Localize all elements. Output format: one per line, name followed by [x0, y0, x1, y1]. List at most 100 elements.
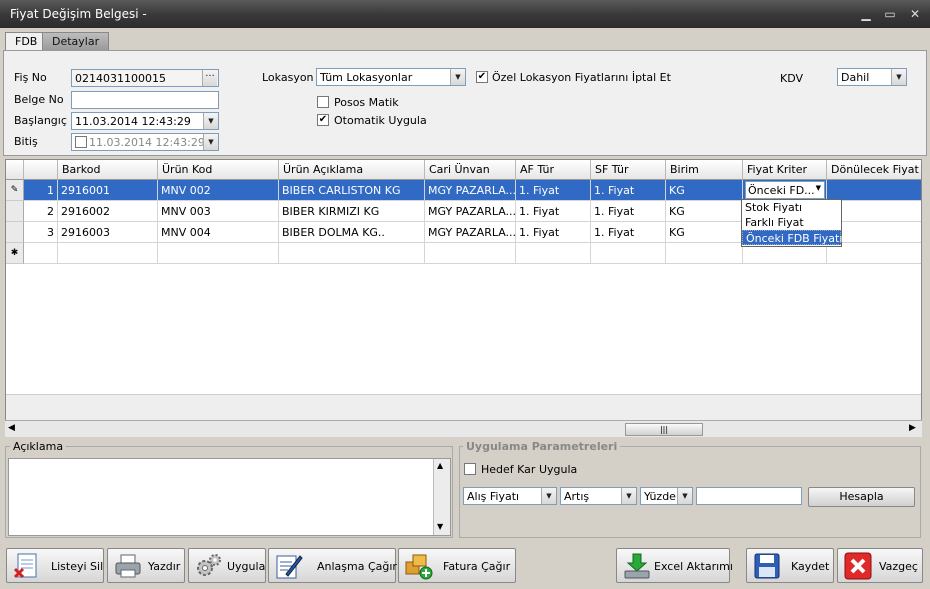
scroll-thumb[interactable]: |||	[625, 423, 703, 436]
cell-af-tur[interactable]: 1. Fiyat	[516, 180, 591, 201]
cell-sf-tur[interactable]	[591, 243, 666, 264]
column-header-sf-tur[interactable]: SF Tür	[591, 160, 666, 180]
uygula-button[interactable]: Uygula	[188, 548, 266, 583]
anlasma-cagir-button[interactable]: Anlaşma Çağır	[268, 548, 397, 583]
belge-no-field[interactable]	[71, 91, 219, 109]
column-header-birim[interactable]: Birim	[666, 160, 743, 180]
cell-birim[interactable]: KG	[666, 180, 743, 201]
cell-cari-unvan[interactable]: MGY PAZARLA...	[425, 180, 516, 201]
column-header-urun-kod[interactable]: Ürün Kod	[158, 160, 279, 180]
title-bar: Fiyat Değişim Belgesi - ▁ ▭ ✕	[0, 0, 930, 28]
option-onceki-fdb-fiyati[interactable]: Önceki FDB Fiyatı	[742, 230, 842, 245]
cell-sf-tur[interactable]: 1. Fiyat	[591, 201, 666, 222]
scroll-up-icon[interactable]: ▲	[437, 461, 443, 470]
row-number: 2	[24, 201, 58, 222]
baslangic-dropdown-icon[interactable]: ▼	[203, 113, 218, 129]
cell-fiyat-kriter[interactable]: Önceki FD... ▼	[743, 180, 827, 201]
aciklama-scrollbar[interactable]: ▲ ▼	[433, 459, 450, 535]
close-icon[interactable]: ✕	[907, 6, 923, 22]
fiyat-turu-value: Alış Fiyatı	[467, 490, 520, 503]
listeyi-sil-button[interactable]: Listeyi Sil	[6, 548, 104, 583]
aciklama-textarea[interactable]	[8, 458, 451, 536]
fiyat-turu-dropdown-icon[interactable]: ▼	[541, 488, 556, 504]
fiyat-kriter-editor[interactable]: Önceki FD... ▼	[745, 181, 825, 199]
cell-af-tur[interactable]	[516, 243, 591, 264]
column-header-donulecek-fiyat[interactable]: Dönülecek Fiyat	[827, 160, 921, 180]
fatura-cagir-button[interactable]: Fatura Çağır	[398, 548, 516, 583]
cell-donulecek-fiyat[interactable]	[827, 180, 921, 201]
cell-urun-aciklama[interactable]: BIBER KIRMIZI KG	[279, 201, 425, 222]
cell-birim[interactable]	[666, 243, 743, 264]
document-pen-icon	[276, 555, 303, 579]
horizontal-scrollbar[interactable]: ◀ ||| ▶	[5, 420, 922, 437]
column-header-barkod[interactable]: Barkod	[58, 160, 158, 180]
fiyat-kriter-dropdown-icon[interactable]: ▼	[816, 184, 821, 192]
ozel-lokasyon-checkbox[interactable]: ✔	[476, 71, 488, 83]
otomatik-uygula-checkbox[interactable]: ✔	[317, 114, 329, 126]
scroll-left-icon[interactable]: ◀	[8, 423, 15, 433]
cell-cari-unvan[interactable]	[425, 243, 516, 264]
cell-urun-kod[interactable]: MNV 003	[158, 201, 279, 222]
vazgec-button[interactable]: Vazgeç	[837, 548, 923, 583]
tip-dropdown-icon[interactable]: ▼	[677, 488, 692, 504]
bitis-value: 11.03.2014 12:43:29	[89, 136, 205, 149]
maximize-icon[interactable]: ▭	[882, 6, 898, 22]
scroll-down-icon[interactable]: ▼	[437, 522, 443, 531]
excel-aktarimi-button[interactable]: Excel Aktarımı	[616, 548, 733, 583]
tab-detaylar[interactable]: Detaylar	[42, 32, 110, 50]
delete-list-icon	[13, 553, 37, 579]
cell-urun-aciklama[interactable]: BIBER CARLISTON KG	[279, 180, 425, 201]
fis-no-lookup-button[interactable]: ···	[202, 70, 217, 86]
posos-matik-checkbox[interactable]	[317, 96, 329, 108]
bitis-checkbox[interactable]	[75, 136, 87, 148]
lokasyon-dropdown-icon[interactable]: ▼	[450, 69, 465, 85]
excel-aktarimi-label: Excel Aktarımı	[654, 560, 733, 573]
yazdir-button[interactable]: Yazdır	[107, 548, 185, 583]
bitis-field[interactable]: 11.03.2014 12:43:29	[71, 133, 219, 151]
yon-dropdown-icon[interactable]: ▼	[621, 488, 636, 504]
kdv-value: Dahil	[841, 71, 870, 84]
cell-barkod[interactable]: 2916002	[58, 201, 158, 222]
fiyat-kriter-dropdown-list[interactable]: Stok Fiyatı Farklı Fiyat Önceki FDB Fiya…	[741, 199, 842, 247]
hedef-kar-checkbox[interactable]	[464, 463, 476, 475]
cell-sf-tur[interactable]: 1. Fiyat	[591, 180, 666, 201]
column-header-af-tur[interactable]: AF Tür	[516, 160, 591, 180]
hesapla-button[interactable]: Hesapla	[808, 487, 915, 507]
fis-no-field[interactable]: 0214031100015	[71, 69, 219, 87]
grid-no-header	[24, 160, 58, 180]
cell-urun-kod[interactable]: MNV 004	[158, 222, 279, 243]
otomatik-uygula-label: Otomatik Uygula	[334, 114, 427, 127]
tab-fdb[interactable]: FDB	[5, 32, 48, 50]
cell-birim[interactable]: KG	[666, 201, 743, 222]
scroll-right-icon[interactable]: ▶	[909, 423, 916, 433]
cell-urun-aciklama[interactable]	[279, 243, 425, 264]
bitis-dropdown-icon[interactable]: ▼	[203, 134, 218, 150]
minimize-icon[interactable]: ▁	[858, 6, 874, 22]
cell-cari-unvan[interactable]: MGY PAZARLA...	[425, 201, 516, 222]
cell-barkod[interactable]: 2916003	[58, 222, 158, 243]
baslangic-field[interactable]: 11.03.2014 12:43:29	[71, 112, 219, 130]
table-row[interactable]: ✎ 1 2916001 MNV 002 BIBER CARLISTON KG M…	[6, 180, 921, 201]
cell-barkod[interactable]: 2916001	[58, 180, 158, 201]
floppy-disk-icon	[754, 553, 780, 579]
cell-birim[interactable]: KG	[666, 222, 743, 243]
cell-urun-aciklama[interactable]: BIBER DOLMA KG..	[279, 222, 425, 243]
kdv-dropdown-icon[interactable]: ▼	[891, 69, 906, 85]
cell-cari-unvan[interactable]: MGY PAZARLA...	[425, 222, 516, 243]
amount-input[interactable]	[696, 487, 802, 505]
tab-strip: FDB Detaylar	[0, 28, 930, 50]
column-header-cari-unvan[interactable]: Cari Ünvan	[425, 160, 516, 180]
lokasyon-select[interactable]: Tüm Lokasyonlar	[316, 68, 466, 86]
option-farkli-fiyat[interactable]: Farklı Fiyat	[742, 215, 841, 230]
cell-af-tur[interactable]: 1. Fiyat	[516, 222, 591, 243]
cell-urun-kod[interactable]	[158, 243, 279, 264]
lokasyon-label: Lokasyon	[262, 71, 314, 84]
option-stok-fiyati[interactable]: Stok Fiyatı	[742, 200, 841, 215]
cell-urun-kod[interactable]: MNV 002	[158, 180, 279, 201]
cell-sf-tur[interactable]: 1. Fiyat	[591, 222, 666, 243]
cell-af-tur[interactable]: 1. Fiyat	[516, 201, 591, 222]
column-header-fiyat-kriter[interactable]: Fiyat Kriter	[743, 160, 827, 180]
column-header-urun-aciklama[interactable]: Ürün Açıklama	[279, 160, 425, 180]
cell-barkod[interactable]	[58, 243, 158, 264]
kaydet-button[interactable]: Kaydet	[746, 548, 834, 583]
